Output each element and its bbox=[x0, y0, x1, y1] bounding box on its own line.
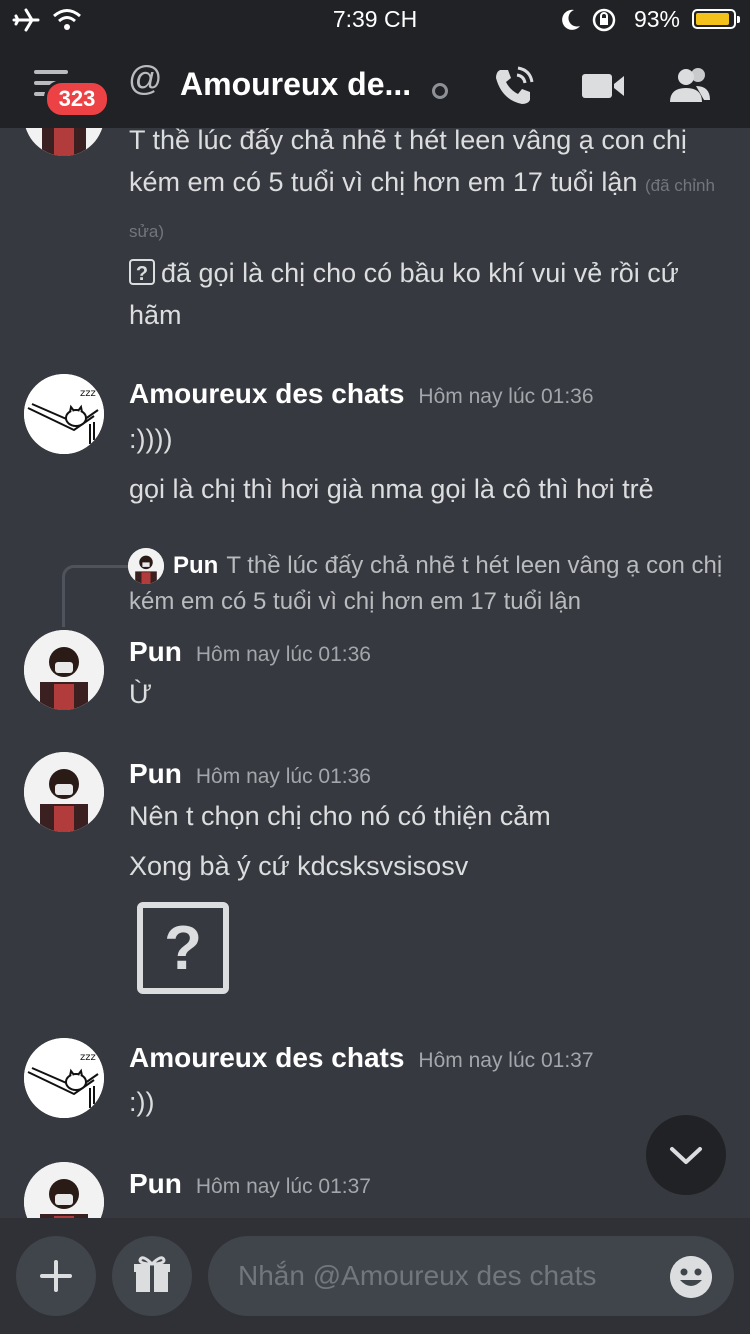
video-camera-icon[interactable] bbox=[580, 62, 628, 110]
message-composer bbox=[0, 1218, 750, 1334]
message-text: T thề lúc đấy chả nhẽ t hét leen vâng ạ … bbox=[129, 128, 715, 241]
reply-connector bbox=[62, 565, 128, 627]
unknown-emoji-icon: ? bbox=[129, 259, 155, 285]
message-timestamp: Hôm nay lúc 01:36 bbox=[418, 385, 594, 408]
members-icon[interactable] bbox=[666, 62, 714, 110]
message-text: Nên t chọn chị cho nó có thiện cảm bbox=[129, 801, 551, 831]
at-icon: @ bbox=[128, 60, 163, 98]
svg-text:zzz: zzz bbox=[80, 388, 96, 399]
gift-button[interactable] bbox=[112, 1236, 192, 1316]
unread-badge: 323 bbox=[44, 80, 110, 118]
emoji-icon[interactable] bbox=[670, 1256, 712, 1298]
sleeping-cat-icon: zzz bbox=[24, 374, 104, 454]
avatar[interactable] bbox=[24, 128, 104, 156]
message-timestamp: Hôm nay lúc 01:36 bbox=[195, 765, 371, 788]
reply-author: Pun bbox=[173, 552, 219, 579]
reply-avatar bbox=[128, 548, 164, 584]
message-author[interactable]: Amoureux des chats Hôm nay lúc 01:36 bbox=[129, 378, 594, 410]
avatar[interactable] bbox=[24, 630, 104, 710]
add-attachment-button[interactable] bbox=[16, 1236, 96, 1316]
message-timestamp: Hôm nay lúc 01:37 bbox=[418, 1049, 594, 1072]
svg-text:zzz: zzz bbox=[80, 1052, 96, 1063]
message-list[interactable]: T thề lúc đấy chả nhẽ t hét leen vâng ạ … bbox=[0, 128, 750, 1218]
battery-percent: 93% bbox=[633, 6, 680, 32]
message-text: Xong bà ý cứ kdcsksvsisosv bbox=[129, 851, 469, 881]
gift-icon bbox=[134, 1256, 170, 1292]
avatar[interactable]: zzz bbox=[24, 1038, 104, 1118]
message-text: :)))) bbox=[129, 424, 173, 454]
message-author[interactable]: Pun Hôm nay lúc 01:36 bbox=[129, 758, 371, 790]
sleeping-cat-icon: zzz bbox=[24, 1038, 104, 1118]
plus-icon bbox=[40, 1260, 72, 1292]
scroll-to-bottom-button[interactable] bbox=[646, 1115, 726, 1195]
moon-icon bbox=[562, 9, 580, 30]
message-author[interactable]: Amoureux des chats Hôm nay lúc 01:37 bbox=[129, 1042, 594, 1074]
avatar[interactable]: zzz bbox=[24, 374, 104, 454]
reply-preview[interactable]: Pun T thề lúc đấy chả nhẽ t hét leen vâng… bbox=[129, 548, 729, 620]
avatar[interactable] bbox=[24, 1162, 104, 1218]
message-text: Ừ bbox=[129, 679, 153, 709]
avatar[interactable] bbox=[24, 752, 104, 832]
channel-title[interactable]: Amoureux de... bbox=[180, 66, 411, 103]
message-input[interactable] bbox=[208, 1236, 734, 1316]
chevron-down-icon bbox=[670, 1147, 702, 1164]
offline-status-icon bbox=[432, 83, 448, 99]
orientation-lock-icon bbox=[592, 8, 616, 32]
status-bar: 7:39 CH 93% bbox=[0, 0, 750, 40]
message-text: :)) bbox=[129, 1087, 155, 1117]
battery-icon bbox=[692, 9, 740, 29]
message-author[interactable]: Pun Hôm nay lúc 01:37 bbox=[129, 1168, 371, 1200]
message-text: gọi là chị thì hơi già nma gọi là cô thì… bbox=[129, 474, 654, 504]
message-text: ? đã gọi là chị cho có bầu ko khí vui vẻ … bbox=[129, 258, 679, 330]
message-timestamp: Hôm nay lúc 01:36 bbox=[195, 643, 371, 666]
message-author[interactable]: Pun Hôm nay lúc 01:36 bbox=[129, 636, 371, 668]
channel-header: 323 @ Amoureux de... bbox=[0, 40, 750, 128]
phone-call-icon[interactable] bbox=[490, 62, 538, 110]
broken-image-icon[interactable]: ? bbox=[137, 902, 229, 994]
message-timestamp: Hôm nay lúc 01:37 bbox=[195, 1175, 371, 1198]
